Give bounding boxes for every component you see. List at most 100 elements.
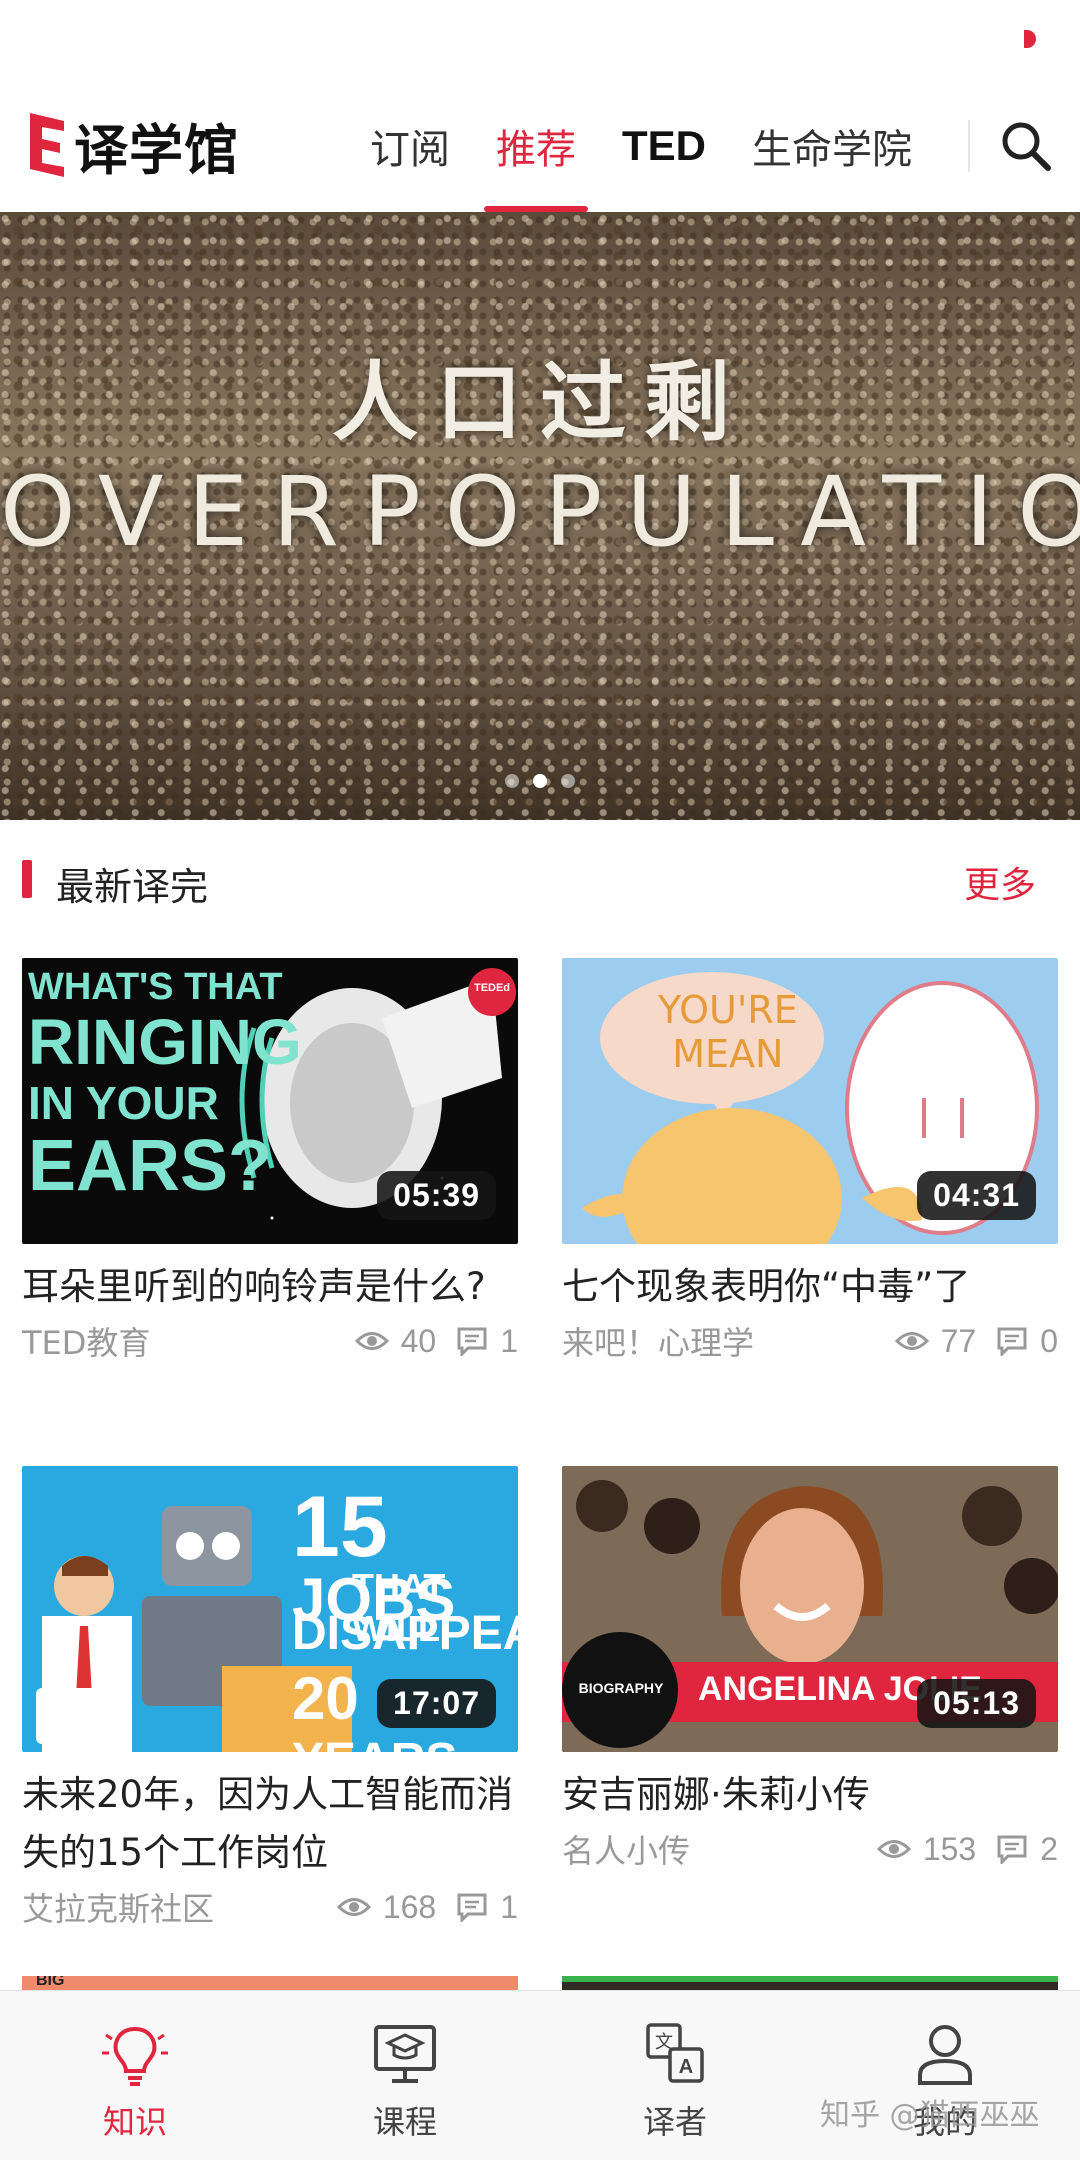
top-header: 译学馆 订阅 推荐 TED 生命学院 (0, 80, 1080, 212)
video-title[interactable]: 安吉丽娜·朱莉小传 (562, 1766, 1058, 1824)
view-count: 77 (894, 1322, 977, 1360)
search-icon[interactable] (996, 116, 1056, 176)
section-title: 最新译完 (56, 865, 209, 909)
eye-icon (354, 1332, 389, 1350)
top-tabs: 订阅 推荐 TED 生命学院 (370, 80, 958, 212)
app-logo[interactable]: 译学馆 (30, 110, 239, 182)
thumb-caption: 15 (292, 1479, 388, 1575)
notification-indicator (1024, 30, 1036, 48)
channel-name[interactable]: 艾拉克斯社区 (22, 1884, 317, 1930)
thumb-caption: MEAN (672, 1032, 784, 1076)
thumb-caption: YEARS (292, 1734, 457, 1752)
watermark: 知乎 @猫西巫巫 (820, 2098, 1040, 2133)
bottom-tab-bar: 知识 课程 文 A 译者 我的 (0, 1990, 1080, 2160)
thumb-caption: YOU'RE (658, 988, 798, 1032)
user-icon (918, 2025, 972, 2085)
video-thumbnail[interactable]: YOU'RE MEAN 04:31 (562, 958, 1058, 1244)
video-meta: TED教育 40 1 (22, 1316, 518, 1366)
video-title[interactable]: 耳朵里听到的响铃声是什么? (22, 1258, 518, 1316)
view-count: 168 (336, 1888, 437, 1926)
channel-name[interactable]: 来吧！心理学 (562, 1318, 875, 1364)
svg-text:A: A (679, 2056, 693, 2078)
section-header: 最新译完 更多 (0, 820, 1080, 940)
eye-icon (894, 1332, 929, 1350)
thumb-caption: EARS? (28, 1126, 273, 1206)
comment-count-value: 1 (500, 1322, 518, 1359)
tabbar-knowledge[interactable]: 知识 (0, 1991, 270, 2160)
eye-icon (876, 1840, 911, 1858)
channel-name[interactable]: 名人小传 (562, 1826, 857, 1872)
tabbar-label: 课程 (372, 2103, 437, 2141)
video-thumbnail-partial[interactable] (562, 1976, 1058, 1990)
section-accent-bar (22, 860, 32, 898)
comment-count: 1 (456, 1323, 518, 1360)
video-card[interactable]: 15 JOBS THAT WILL DISAPPEAR 20 YEARS 17:… (22, 1466, 518, 1932)
tabbar-label: 译者 (642, 2103, 707, 2141)
video-duration: 17:07 (377, 1679, 496, 1728)
banner-pagination (0, 774, 1080, 788)
thumb-caption: BIG (36, 1976, 65, 1989)
video-card[interactable]: BIOGRAPHY ANGELINA JOLIE 05:13 安吉丽娜·朱莉小传… (562, 1466, 1058, 1874)
hero-banner[interactable]: 人口过剩 OVERPOPULATION (0, 212, 1080, 820)
status-bar (0, 0, 1080, 80)
comment-icon (457, 1893, 487, 1922)
comment-icon (997, 1835, 1027, 1864)
video-card[interactable]: WHAT'S THAT RINGING IN YOUR EARS? TEDEd … (22, 958, 518, 1366)
thumb-caption: WHAT'S THAT (28, 966, 283, 1008)
channel-name[interactable]: TED教育 (22, 1318, 335, 1364)
banner-dot[interactable] (505, 774, 519, 788)
video-title[interactable]: 未来20年，因为人工智能而消失的15个工作岗位 (22, 1766, 518, 1882)
banner-dot[interactable] (561, 774, 575, 788)
thumb-caption: DISAPPEAR (292, 1607, 518, 1660)
thumb-caption: 20 (292, 1665, 359, 1732)
more-link[interactable]: 更多 (964, 856, 1036, 908)
tabbar-translators[interactable]: 文 A 译者 (540, 1991, 810, 2160)
view-count-value: 40 (400, 1322, 437, 1359)
tab-ted[interactable]: TED (622, 80, 706, 212)
comment-icon (457, 1327, 487, 1356)
video-duration: 04:31 (917, 1171, 1036, 1220)
video-duration: 05:39 (377, 1171, 496, 1220)
video-meta: 艾拉克斯社区 168 1 (22, 1882, 518, 1932)
comment-count: 1 (456, 1889, 518, 1926)
tabbar-courses[interactable]: 课程 (270, 1991, 540, 2160)
tab-recommend[interactable]: 推荐 (484, 80, 588, 212)
video-thumbnail[interactable]: WHAT'S THAT RINGING IN YOUR EARS? TEDEd … (22, 958, 518, 1244)
banner-dot-active[interactable] (533, 774, 547, 788)
biography-logo: BIOGRAPHY (578, 1680, 664, 1696)
header-divider (968, 120, 970, 172)
comment-count-value: 1 (500, 1888, 518, 1925)
comment-count-value: 2 (1040, 1830, 1058, 1867)
lightbulb-icon (102, 2026, 168, 2086)
video-thumbnail-partial[interactable]: BIG (22, 1976, 518, 1990)
tabbar-me[interactable]: 我的 (810, 1991, 1080, 2160)
tab-life-academy[interactable]: 生命学院 (752, 80, 912, 212)
view-count-value: 77 (940, 1322, 977, 1359)
translate-icon: 文 A (646, 2023, 704, 2083)
video-title[interactable]: 七个现象表明你“中毒”了 (562, 1258, 1058, 1316)
thumb-caption: IN YOUR (28, 1077, 219, 1129)
ted-ed-badge: TEDEd (473, 982, 511, 994)
comment-icon (997, 1327, 1027, 1356)
comment-count: 2 (996, 1831, 1058, 1868)
view-count-value: 153 (922, 1830, 977, 1867)
banner-title-cn: 人口过剩 (332, 353, 748, 453)
graduation-board-icon (374, 2025, 436, 2083)
video-card[interactable]: YOU'RE MEAN 04:31 七个现象表明你“中毒”了 来吧！心理学 77… (562, 958, 1058, 1366)
video-thumbnail[interactable]: BIOGRAPHY ANGELINA JOLIE 05:13 (562, 1466, 1058, 1752)
thumb-caption: RINGING (28, 1006, 302, 1078)
banner-title-en: OVERPOPULATION (0, 456, 1080, 568)
view-count: 40 (354, 1322, 437, 1360)
view-count: 153 (876, 1830, 977, 1868)
tab-subscribe[interactable]: 订阅 (370, 80, 450, 212)
comment-count: 0 (996, 1323, 1058, 1360)
comment-count-value: 0 (1040, 1322, 1058, 1359)
tabbar-label: 知识 (102, 2103, 167, 2141)
video-thumbnail[interactable]: 15 JOBS THAT WILL DISAPPEAR 20 YEARS 17:… (22, 1466, 518, 1752)
view-count-value: 168 (382, 1888, 437, 1925)
eye-icon (336, 1898, 371, 1916)
video-duration: 05:13 (917, 1679, 1036, 1728)
logo-mark-icon (30, 113, 64, 177)
video-meta: 来吧！心理学 77 0 (562, 1316, 1058, 1366)
app-name: 译学馆 (74, 118, 239, 182)
